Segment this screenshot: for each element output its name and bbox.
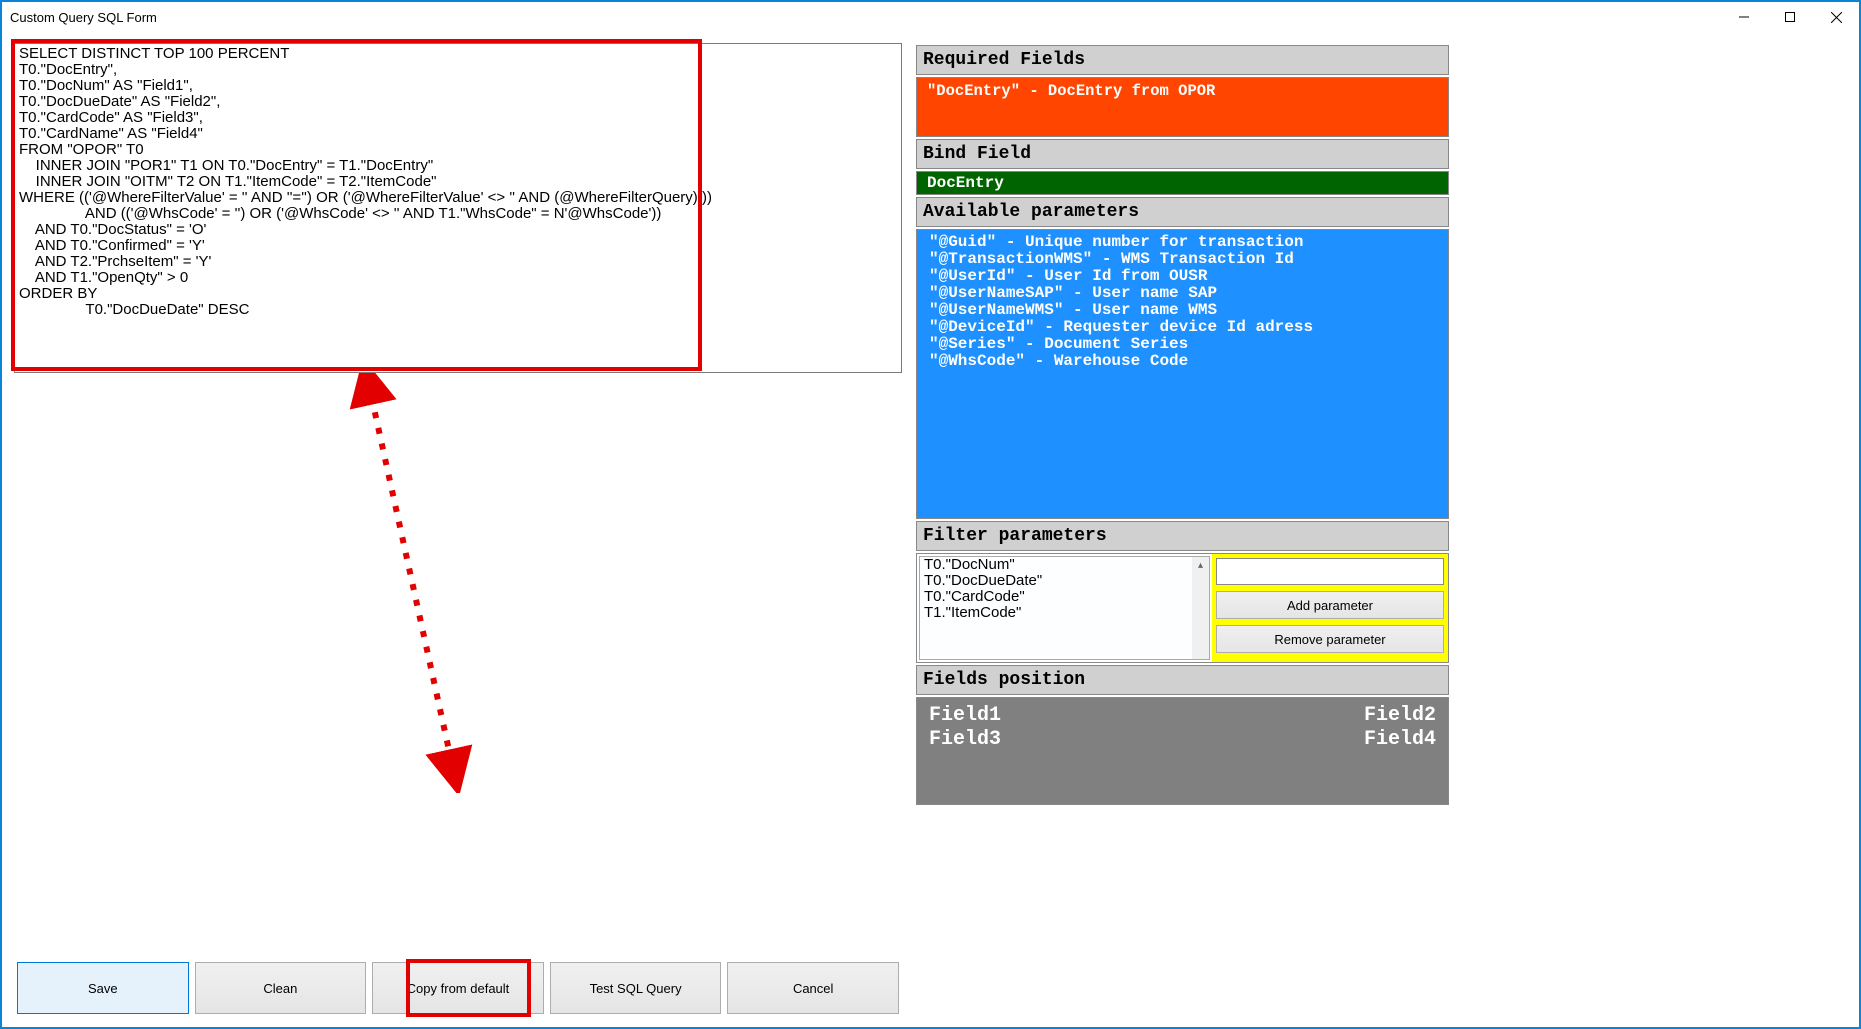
- filter-controls: Add parameter Remove parameter: [1212, 554, 1448, 662]
- required-fields-header: Required Fields: [916, 45, 1449, 75]
- filter-parameter-list[interactable]: T0."DocNum" T0."DocDueDate" T0."CardCode…: [919, 556, 1210, 660]
- list-item[interactable]: T0."CardCode": [924, 589, 1205, 605]
- copy-from-default-button[interactable]: Copy from default: [372, 962, 544, 1014]
- list-item: "@TransactionWMS" - WMS Transaction Id: [929, 251, 1436, 268]
- fields-position-header: Fields position: [916, 665, 1449, 695]
- bind-field-header: Bind Field: [916, 139, 1449, 169]
- maximize-button[interactable]: [1767, 3, 1813, 32]
- fields-position-1: Field1: [929, 704, 1183, 727]
- required-fields-box: "DocEntry" - DocEntry from OPOR: [916, 77, 1449, 137]
- minimize-button[interactable]: [1721, 3, 1767, 32]
- list-item: "@DeviceId" - Requester device Id adress: [929, 319, 1436, 336]
- list-item: "@UserNameSAP" - User name SAP: [929, 285, 1436, 302]
- bind-field-box: DocEntry: [916, 171, 1449, 195]
- fields-position-3: Field3: [929, 728, 1183, 751]
- fields-position-grid: Field1 Field2 Field3 Field4: [916, 697, 1449, 805]
- annotation-arrow: [14, 373, 902, 793]
- bottom-button-row: Save Clean Copy from default Test SQL Qu…: [14, 959, 902, 1017]
- scroll-up-icon[interactable]: ▴: [1192, 557, 1209, 574]
- bind-field-value: DocEntry: [927, 174, 1004, 192]
- filter-parameters-header: Filter parameters: [916, 521, 1449, 551]
- cancel-button[interactable]: Cancel: [727, 962, 899, 1014]
- add-parameter-button[interactable]: Add parameter: [1216, 591, 1444, 619]
- window-title: Custom Query SQL Form: [10, 10, 157, 25]
- filter-parameter-input[interactable]: [1216, 558, 1444, 585]
- list-item: "@Series" - Document Series: [929, 336, 1436, 353]
- list-item: "@WhsCode" - Warehouse Code: [929, 353, 1436, 370]
- window-controls: [1721, 3, 1859, 32]
- clean-button[interactable]: Clean: [195, 962, 367, 1014]
- titlebar: Custom Query SQL Form: [2, 2, 1859, 33]
- list-item[interactable]: T0."DocNum": [924, 557, 1205, 573]
- list-item: "@Guid" - Unique number for transaction: [929, 234, 1436, 251]
- fields-position-4: Field4: [1183, 728, 1437, 751]
- sql-query-textarea[interactable]: [14, 43, 902, 373]
- available-parameters-header: Available parameters: [916, 197, 1449, 227]
- list-item[interactable]: T1."ItemCode": [924, 605, 1205, 621]
- list-item: "@UserNameWMS" - User name WMS: [929, 302, 1436, 319]
- test-sql-query-button[interactable]: Test SQL Query: [550, 962, 722, 1014]
- list-item[interactable]: T0."DocDueDate": [924, 573, 1205, 589]
- available-parameters-box: "@Guid" - Unique number for transaction …: [916, 229, 1449, 519]
- save-button[interactable]: Save: [17, 962, 189, 1014]
- close-button[interactable]: [1813, 3, 1859, 32]
- scrollbar[interactable]: ▴: [1192, 557, 1209, 659]
- remove-parameter-button[interactable]: Remove parameter: [1216, 625, 1444, 653]
- required-fields-text: "DocEntry" - DocEntry from OPOR: [927, 82, 1215, 100]
- fields-position-2: Field2: [1183, 704, 1437, 727]
- list-item: "@UserId" - User Id from OUSR: [929, 268, 1436, 285]
- filter-parameters-row: T0."DocNum" T0."DocDueDate" T0."CardCode…: [916, 553, 1449, 663]
